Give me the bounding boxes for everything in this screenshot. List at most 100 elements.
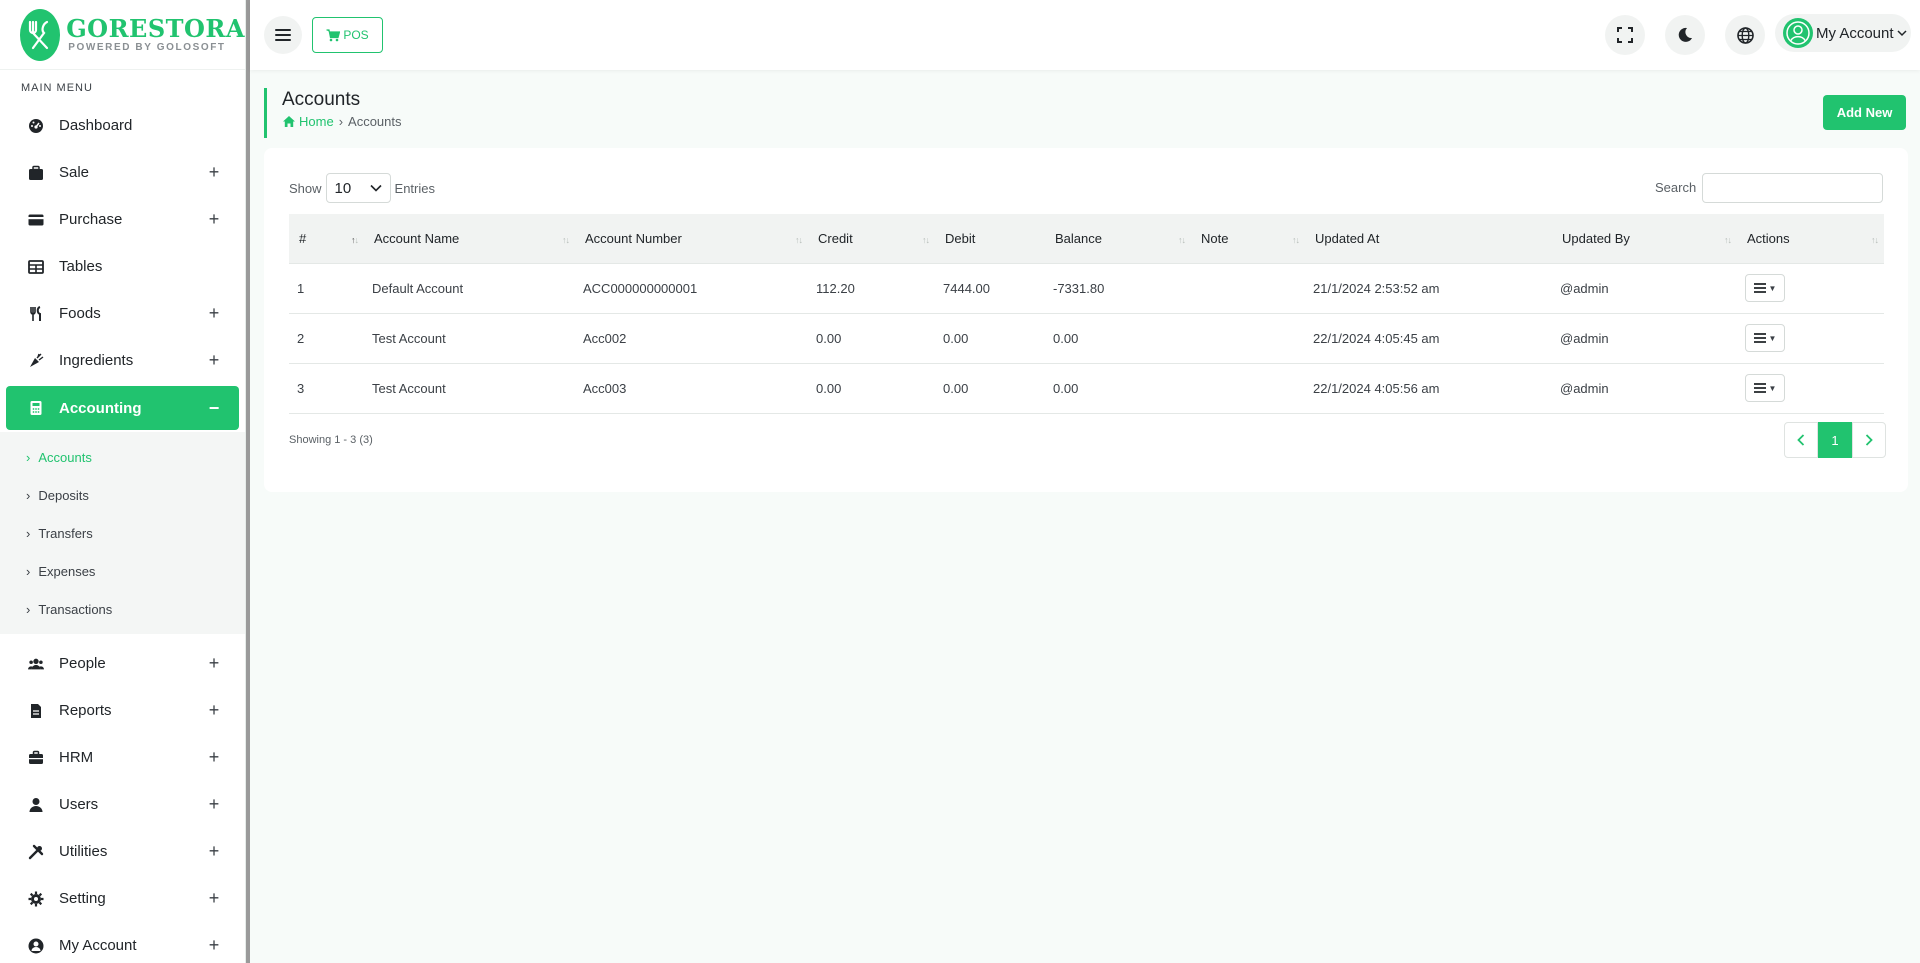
- column-header[interactable]: Note ↑↓: [1191, 214, 1305, 263]
- expand-icon[interactable]: +: [207, 209, 221, 230]
- expand-icon[interactable]: +: [207, 303, 221, 324]
- column-header[interactable]: # ↑↓: [289, 214, 364, 263]
- utensils-icon: [28, 305, 44, 322]
- column-header-label: Note: [1201, 230, 1229, 246]
- submenu-item-transfers[interactable]: › Transfers: [0, 514, 245, 552]
- cell-account-name: Default Account: [364, 262, 575, 313]
- sidebar-item-foods[interactable]: Foods +: [6, 290, 239, 337]
- sidebar-item-label: Utilities: [59, 843, 108, 860]
- submenu-item-accounts[interactable]: › Accounts: [0, 438, 245, 476]
- sidebar-scrollbar[interactable]: [246, 0, 250, 963]
- sidebar-item-my-account[interactable]: My Account +: [6, 922, 239, 963]
- submenu-item-label: Deposits: [38, 487, 89, 503]
- submenu-item-transactions[interactable]: › Transactions: [0, 590, 245, 628]
- prev-page-button[interactable]: [1784, 422, 1818, 458]
- column-header[interactable]: Balance ↑↓: [1045, 214, 1191, 263]
- my-account-dropdown[interactable]: My Account: [1775, 14, 1911, 52]
- expand-icon[interactable]: +: [207, 350, 221, 371]
- cell-credit: 112.20: [808, 262, 935, 313]
- expand-icon[interactable]: +: [207, 794, 221, 815]
- brand[interactable]: GORESTORA POWERED BY GOLOSOFT: [0, 0, 245, 70]
- user-icon: [28, 797, 44, 813]
- carrot-icon: [28, 353, 44, 369]
- sidebar-item-utilities[interactable]: Utilities +: [6, 828, 239, 875]
- collapse-icon[interactable]: −: [207, 398, 221, 419]
- sidebar-item-ingredients[interactable]: Ingredients +: [6, 337, 239, 384]
- sidebar-item-dashboard[interactable]: Dashboard: [6, 102, 239, 149]
- column-header[interactable]: Updated By ↑↓: [1552, 214, 1737, 263]
- column-header[interactable]: Account Name ↑↓: [364, 214, 575, 263]
- sidebar-item-tables[interactable]: Tables: [6, 243, 239, 290]
- column-header[interactable]: Account Number ↑↓: [575, 214, 808, 263]
- expand-icon[interactable]: +: [207, 888, 221, 909]
- column-header[interactable]: Debit: [935, 214, 1045, 263]
- expand-icon[interactable]: +: [207, 935, 221, 956]
- cart-icon: [326, 28, 341, 41]
- sidebar-item-hrm[interactable]: HRM +: [6, 734, 239, 781]
- search-input[interactable]: [1702, 173, 1883, 203]
- top-header: POS My Account: [250, 0, 1920, 70]
- column-header[interactable]: Updated At: [1305, 214, 1552, 263]
- breadcrumb-current: Accounts: [348, 114, 402, 129]
- row-actions-button[interactable]: ▼: [1745, 274, 1785, 302]
- table-row: 3 Test Account Acc003 0.00 0.00 0.00 22/…: [289, 362, 1884, 414]
- accounts-table: # ↑↓ Account Name ↑↓ Account Number ↑↓ Cred…: [289, 214, 1884, 414]
- fullscreen-button[interactable]: [1605, 15, 1645, 55]
- sidebar-item-label: Tables: [59, 258, 103, 275]
- sidebar-item-users[interactable]: Users +: [6, 781, 239, 828]
- page-title: Accounts: [282, 89, 361, 110]
- pagination-summary: Showing 1 - 3 (3): [289, 434, 373, 446]
- tools-icon: [28, 844, 44, 860]
- submenu-item-deposits[interactable]: › Deposits: [0, 476, 245, 514]
- sidebar-item-people[interactable]: People +: [6, 640, 239, 687]
- cell-balance: -7331.80: [1045, 262, 1191, 313]
- sidebar-item-reports[interactable]: Reports +: [6, 687, 239, 734]
- dark-mode-button[interactable]: [1665, 15, 1705, 55]
- row-actions-button[interactable]: ▼: [1745, 374, 1785, 402]
- column-header-label: Updated At: [1315, 230, 1380, 246]
- next-page-button[interactable]: [1852, 422, 1886, 458]
- fullscreen-icon: [1617, 27, 1633, 43]
- breadcrumb-home-label: Home: [299, 114, 334, 129]
- caret-down-icon: ▼: [1768, 283, 1777, 293]
- sidebar-item-label: Sale: [59, 164, 90, 181]
- sidebar-item-label: HRM: [59, 749, 94, 766]
- cell-note: [1191, 312, 1305, 363]
- sidebar-item-sale[interactable]: Sale +: [6, 149, 239, 196]
- cell-updated-by: @admin: [1552, 262, 1737, 313]
- expand-icon[interactable]: +: [207, 162, 221, 183]
- hamburger-icon: [275, 29, 291, 41]
- menu-toggle-button[interactable]: [264, 16, 302, 54]
- sidebar-item-label: People: [59, 655, 106, 672]
- briefcase-icon: [28, 165, 44, 181]
- language-button[interactable]: [1725, 15, 1765, 55]
- sidebar-item-label: Purchase: [59, 211, 123, 228]
- expand-icon[interactable]: +: [207, 841, 221, 862]
- chevron-left-icon: [1797, 434, 1805, 446]
- sidebar-item-setting[interactable]: Setting +: [6, 875, 239, 922]
- expand-icon[interactable]: +: [207, 747, 221, 768]
- expand-icon[interactable]: +: [207, 700, 221, 721]
- submenu-item-expenses[interactable]: › Expenses: [0, 552, 245, 590]
- cell-credit: 0.00: [808, 362, 935, 414]
- column-header[interactable]: Actions ↑↓: [1737, 214, 1884, 263]
- cell-balance: 0.00: [1045, 312, 1191, 363]
- sidebar-item-accounting[interactable]: Accounting −: [6, 386, 239, 430]
- expand-icon[interactable]: +: [207, 653, 221, 674]
- breadcrumb-home[interactable]: Home: [282, 114, 334, 129]
- entries-select[interactable]: 10: [325, 173, 391, 203]
- row-actions-button[interactable]: ▼: [1745, 324, 1785, 352]
- chevron-right-icon: ›: [26, 449, 31, 465]
- list-icon: [1753, 383, 1766, 393]
- column-header[interactable]: Credit ↑↓: [808, 214, 935, 263]
- sidebar-item-purchase[interactable]: Purchase +: [6, 196, 239, 243]
- table-icon: [28, 259, 44, 275]
- submenu-item-label: Accounts: [38, 449, 92, 465]
- table-row: 1 Default Account ACC000000000001 112.20…: [289, 262, 1884, 313]
- pos-button[interactable]: POS: [312, 17, 383, 53]
- brand-name: GORESTORA: [66, 14, 245, 43]
- calculator-icon: [28, 400, 44, 416]
- cell-note: [1191, 262, 1305, 313]
- page-button[interactable]: 1: [1818, 422, 1852, 458]
- add-new-button[interactable]: Add New: [1823, 95, 1906, 130]
